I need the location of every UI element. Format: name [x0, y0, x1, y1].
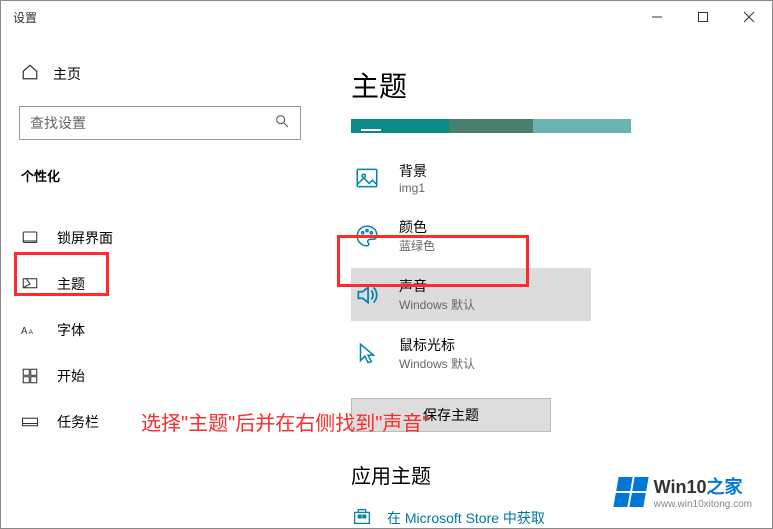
- page-title: 主题: [351, 65, 772, 105]
- speaker-icon: [353, 281, 381, 309]
- setting-color[interactable]: 颜色蓝绿色: [351, 209, 591, 262]
- picture-icon: [353, 164, 381, 192]
- setting-value: 蓝绿色: [399, 237, 435, 254]
- start-icon: [21, 367, 39, 385]
- setting-value: Windows 默认: [399, 355, 475, 372]
- setting-value: img1: [399, 181, 427, 195]
- category-label: 个性化: [19, 166, 303, 185]
- minimize-button[interactable]: [634, 1, 680, 33]
- nav-start[interactable]: 开始: [19, 353, 303, 399]
- maximize-button[interactable]: [680, 1, 726, 33]
- nav-label: 锁屏界面: [57, 228, 113, 248]
- setting-label: 鼠标光标: [399, 335, 475, 355]
- theme-preview-strip: [351, 119, 631, 133]
- windows-logo-icon: [613, 477, 648, 507]
- svg-text:A: A: [29, 329, 34, 336]
- nav-lockscreen[interactable]: 锁屏界面: [19, 215, 303, 261]
- search-input[interactable]: [30, 115, 274, 131]
- search-box[interactable]: [19, 106, 301, 140]
- sidebar: 主页 个性化 锁屏界面 主题 AA 字体: [1, 33, 321, 528]
- setting-label: 声音: [399, 276, 475, 296]
- fonts-icon: AA: [21, 321, 39, 339]
- window-title: 设置: [13, 9, 37, 26]
- nav-label: 主题: [57, 274, 85, 294]
- themes-icon: [21, 275, 39, 293]
- setting-label: 背景: [399, 161, 427, 181]
- home-icon: [21, 63, 39, 84]
- setting-cursor[interactable]: 鼠标光标Windows 默认: [351, 327, 591, 380]
- annotation-text: 选择"主题"后并在右侧找到"声音": [141, 407, 429, 436]
- nav-label: 字体: [57, 320, 85, 340]
- nav-label: 开始: [57, 366, 85, 386]
- cursor-icon: [353, 340, 381, 368]
- home-link[interactable]: 主页: [19, 63, 303, 84]
- watermark: Win10之家 www.win10xitong.com: [616, 473, 752, 510]
- home-label: 主页: [53, 64, 81, 84]
- close-button[interactable]: [726, 1, 772, 33]
- palette-icon: [353, 222, 381, 250]
- search-icon: [274, 113, 290, 134]
- svg-text:A: A: [21, 326, 28, 337]
- nav-themes[interactable]: 主题: [19, 261, 303, 307]
- setting-sound[interactable]: 声音Windows 默认: [351, 268, 591, 321]
- store-link-label: 在 Microsoft Store 中获取: [387, 508, 545, 528]
- main-content: 主题 背景img1 颜色蓝绿色 声音Windows 默认 鼠标光标Windows…: [321, 33, 772, 528]
- nav-label: 任务栏: [57, 412, 99, 432]
- nav-fonts[interactable]: AA 字体: [19, 307, 303, 353]
- store-icon: [351, 505, 373, 528]
- setting-label: 颜色: [399, 217, 435, 237]
- setting-value: Windows 默认: [399, 296, 475, 313]
- setting-background[interactable]: 背景img1: [351, 153, 591, 203]
- lockscreen-icon: [21, 229, 39, 247]
- taskbar-icon: [21, 413, 39, 431]
- titlebar: 设置: [1, 1, 772, 33]
